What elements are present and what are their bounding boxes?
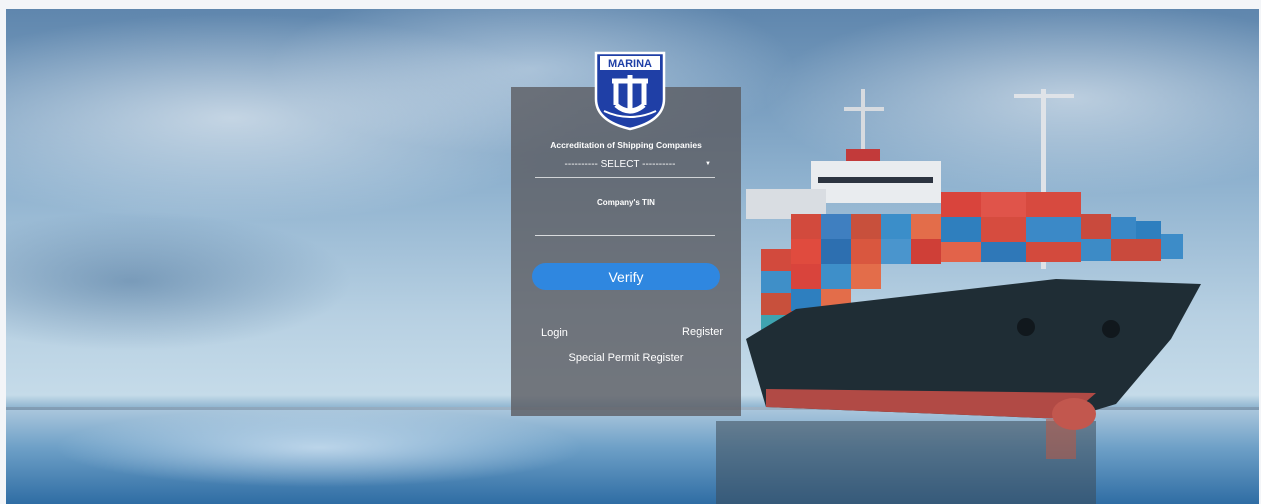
shipping-type-select[interactable]: ---------- SELECT ---------- ▼ (535, 155, 715, 178)
form-title: Accreditation of Shipping Companies (550, 140, 702, 150)
verify-button[interactable]: Verify (532, 263, 720, 290)
special-permit-register-link[interactable]: Special Permit Register (511, 352, 741, 364)
tin-label: Company's TIN (597, 198, 655, 207)
dropdown-arrow-icon: ▼ (705, 161, 711, 167)
login-link[interactable]: Login (541, 327, 568, 339)
tin-input[interactable] (535, 215, 715, 236)
register-link[interactable]: Register (682, 326, 723, 338)
login-panel: Accreditation of Shipping Companies ----… (511, 87, 741, 416)
logo-text: MARINA (608, 58, 652, 70)
marina-logo: MARINA (594, 51, 666, 131)
select-value: ---------- SELECT ---------- (564, 159, 676, 170)
